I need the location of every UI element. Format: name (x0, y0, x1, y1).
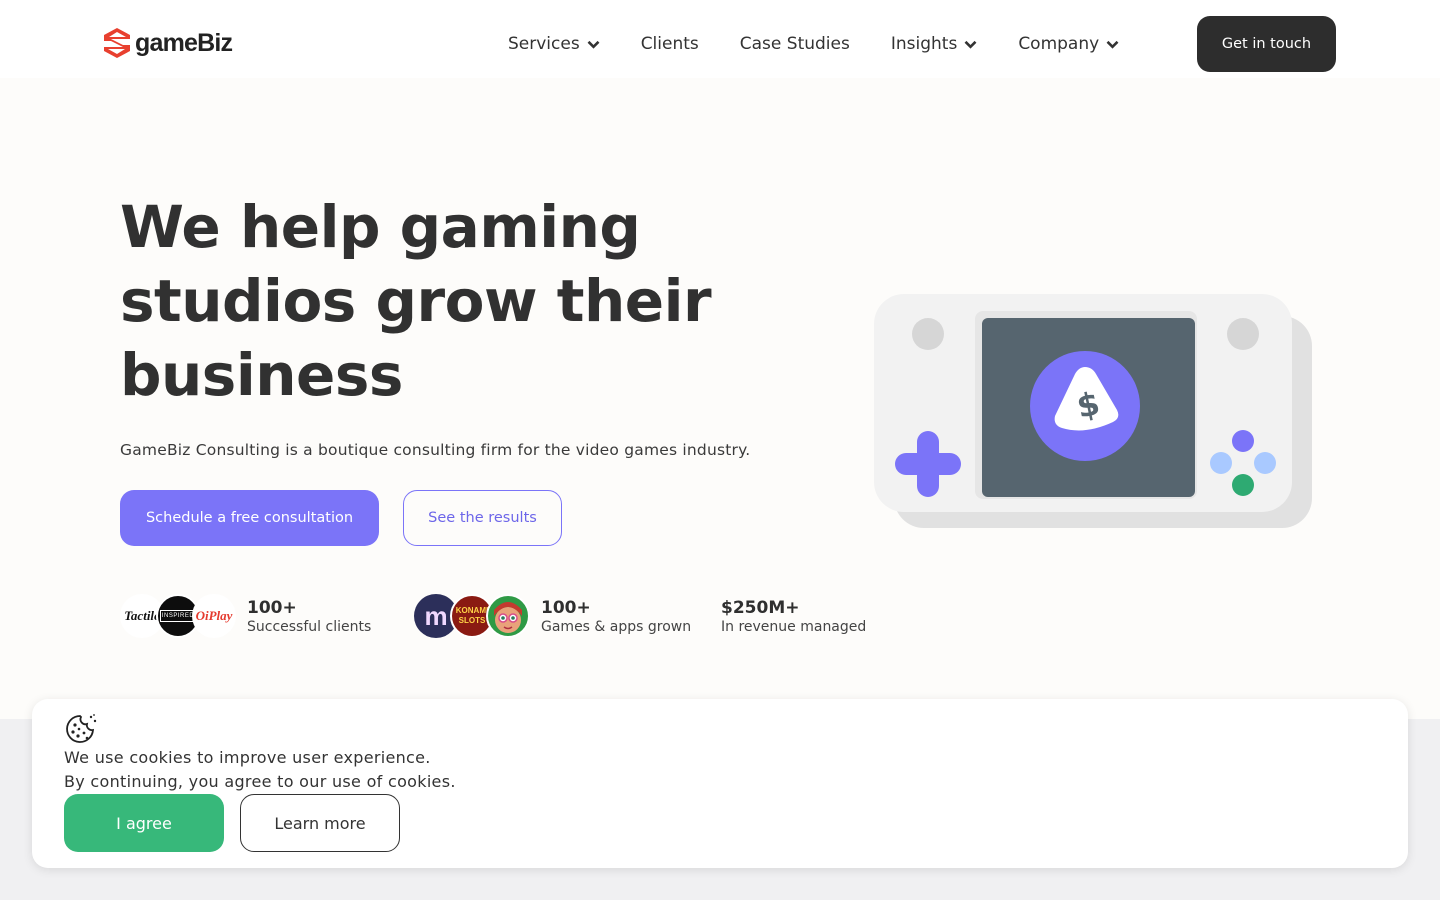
agree-cookies-button[interactable]: I agree (64, 794, 224, 852)
stat-revenue-value: $250M+ (721, 598, 800, 618)
client-logo-inspired-text: INSPIRED (159, 610, 197, 622)
stat-games-value: 100+ (541, 598, 591, 618)
client-logos-group: Tactile INSPIRED OiPlay (120, 594, 236, 638)
game-icon-m-text: m (424, 600, 448, 631)
gamebiz-logo-icon (104, 28, 130, 58)
brand-logo[interactable]: gameBiz (103, 26, 233, 60)
game-console-dollar-icon: $ (874, 294, 1312, 528)
nav-services-label: Services (508, 34, 580, 54)
nav-case-studies[interactable]: Case Studies (740, 34, 850, 54)
learn-more-button[interactable]: Learn more (240, 794, 400, 852)
see-results-button[interactable]: See the results (403, 490, 562, 546)
stat-clients-value: 100+ (247, 598, 297, 618)
chevron-down-icon (964, 40, 977, 49)
nav-insights-label: Insights (890, 34, 958, 54)
nav-company[interactable]: Company (1018, 34, 1119, 54)
stat-games-label: Games & apps grown (541, 619, 692, 635)
hero-title: We help gaming studios grow their busine… (120, 193, 712, 409)
nav-clients[interactable]: Clients (641, 34, 699, 54)
hero-subtitle: GameBiz Consulting is a boutique consult… (120, 441, 751, 459)
cookie-banner: We use cookies to improve user experienc… (32, 699, 1408, 868)
main-nav: Services Clients Case Studies Insights C… (508, 30, 1119, 58)
chevron-down-icon (1106, 40, 1119, 49)
chevron-down-icon (587, 40, 600, 49)
cookie-message-line2: By continuing, you agree to our use of c… (64, 772, 456, 791)
nav-company-label: Company (1018, 34, 1100, 54)
stat-clients-label: Successful clients (247, 619, 372, 635)
client-logo-oiplay: OiPlay (192, 594, 236, 638)
nav-insights[interactable]: Insights (891, 34, 977, 54)
cookie-icon (66, 714, 97, 743)
stat-revenue-label: In revenue managed (721, 619, 867, 635)
game-icons-group: m KONAMI SLOTS (414, 594, 530, 638)
client-logo-oiplay-text: OiPlay (195, 608, 233, 623)
schedule-consultation-button[interactable]: Schedule a free consultation (120, 490, 379, 546)
site-header: gameBiz Services Clients Case Studies In… (0, 0, 1440, 78)
game-icon-konami-slots-text: KONAMI SLOTS (455, 606, 489, 625)
game-icon-character (486, 594, 530, 638)
get-in-touch-button[interactable]: Get in touch (1197, 16, 1336, 72)
brand-name: gameBiz (135, 28, 233, 57)
nav-case-studies-label: Case Studies (739, 34, 850, 54)
nav-services[interactable]: Services (508, 34, 600, 54)
character-face-icon (494, 602, 522, 633)
client-logo-tactile-text: Tactile (124, 608, 160, 623)
nav-clients-label: Clients (640, 34, 699, 54)
cookie-message-line1: We use cookies to improve user experienc… (64, 748, 431, 767)
